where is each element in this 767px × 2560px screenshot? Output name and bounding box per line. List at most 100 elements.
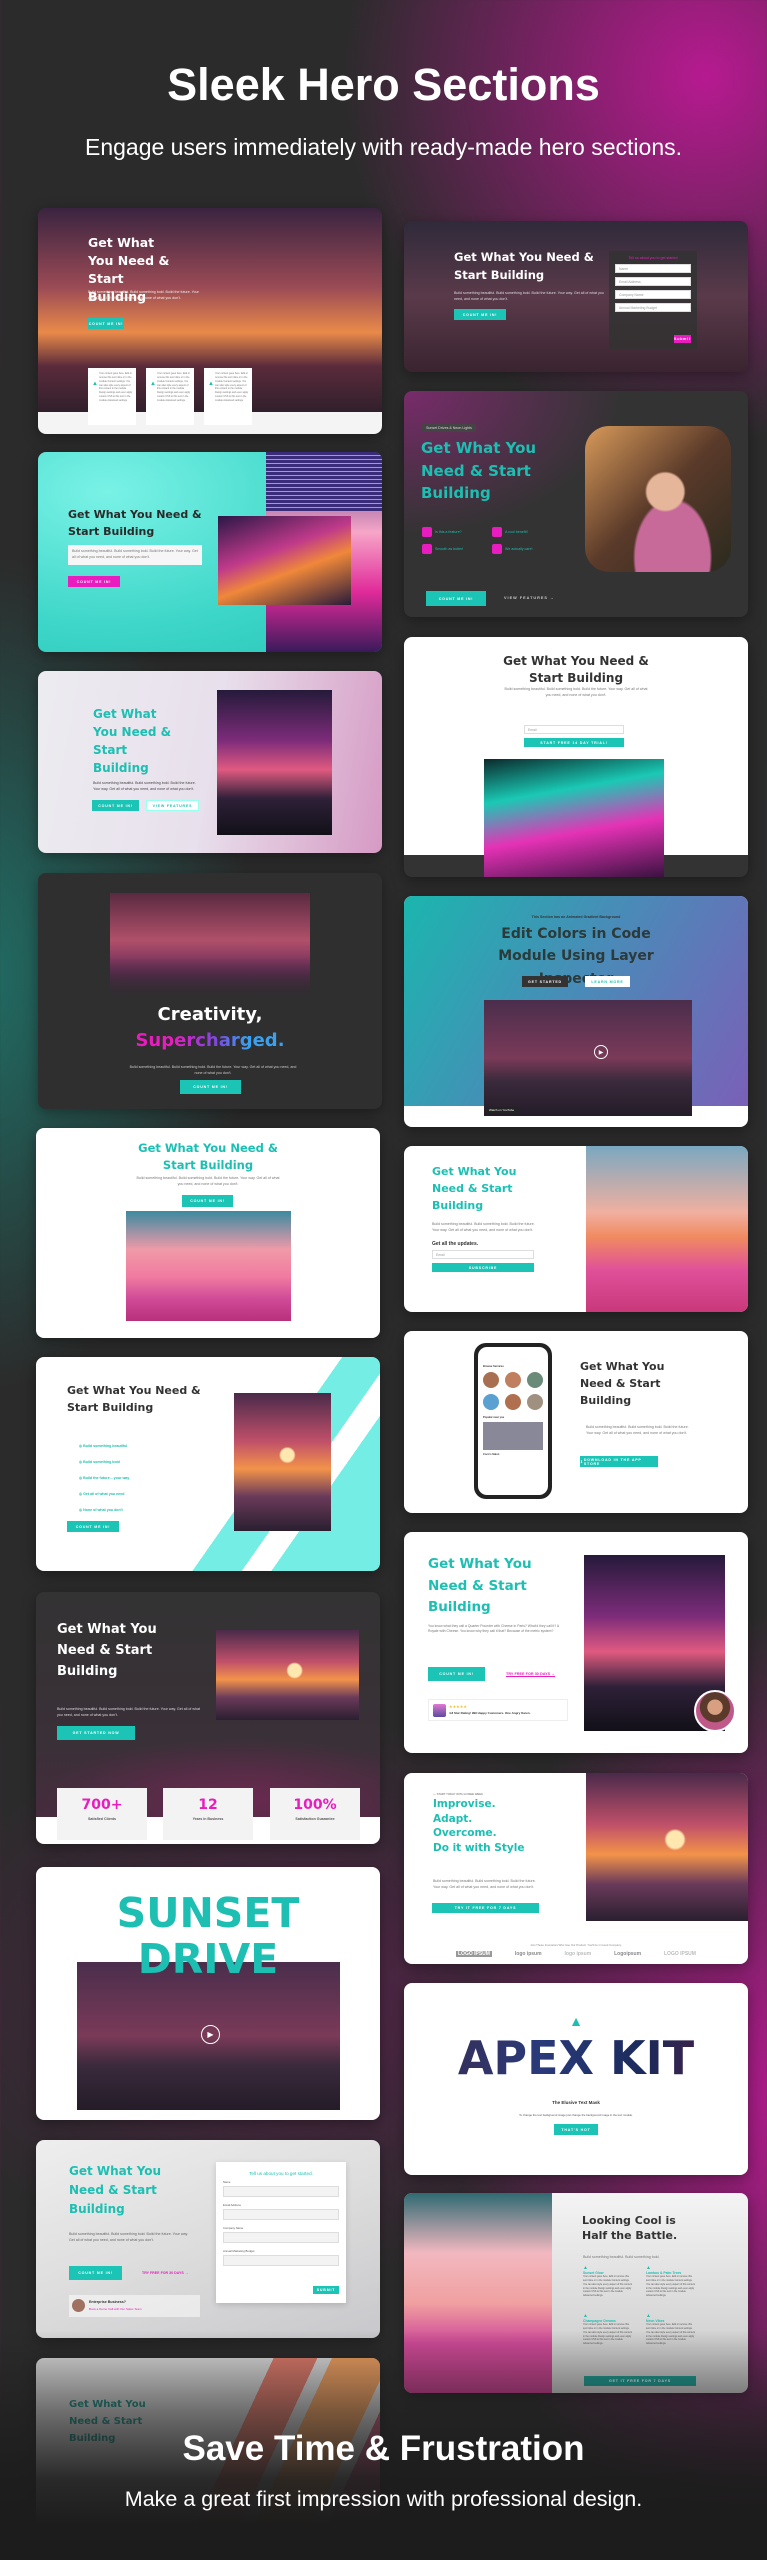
company-input[interactable]: Company Name <box>615 290 691 299</box>
download-app-button[interactable]: ⬇ DOWNLOAD IN THE APP STORE <box>580 1456 658 1467</box>
stat-label: Satisfaction Guarantee <box>295 1816 335 1821</box>
eyebrow-text: This Section has an Animated Gradient Ba… <box>531 915 621 919</box>
hero-card-animated-gradient[interactable]: This Section has an Animated Gradient Ba… <box>404 896 748 1127</box>
eyebrow-text: — START TODAY WITH A FREE WEEK <box>433 1792 483 1796</box>
hero-card-rating[interactable]: Get What You Need & Start Building You k… <box>404 1532 748 1753</box>
hero-card-apex-kit[interactable]: ▲ APEX KIT The Elusive Text Mask To chan… <box>404 1983 748 2175</box>
card-heading: Get What You Need & Start Building <box>503 654 649 686</box>
feature-item: ▲ Sunset Glow Your content goes here. Ed… <box>583 2265 633 2297</box>
try-free-link[interactable]: TRY FREE FOR 30 DAYS → <box>142 2271 188 2275</box>
email-input[interactable]: Email Address <box>615 277 691 286</box>
learn-more-button[interactable]: LEARN MORE <box>585 976 630 987</box>
hero-card-app[interactable]: Browse Services Popular near you Coco's … <box>404 1331 748 1513</box>
submit-button[interactable]: SUBMIT <box>313 2286 339 2294</box>
card-heading: Looking Cool is Half the Battle. <box>582 2214 678 2243</box>
apex-kit-title: APEX KIT <box>404 2035 748 2081</box>
hero-card-light-road[interactable]: Get What You Need & Start Building Build… <box>38 671 382 853</box>
hero-card-improvise[interactable]: — START TODAY WITH A FREE WEEK Improvise… <box>404 1773 748 1964</box>
salon-photo <box>483 1422 543 1450</box>
hero-card-portrait[interactable]: Sunset Drives & Neon Lights Get What You… <box>404 391 748 617</box>
count-me-in-button[interactable]: COUNT ME IN! <box>454 309 506 320</box>
apex-logo-icon: ▲ <box>92 381 98 387</box>
page-title: Sleek Hero Sections <box>167 59 600 110</box>
play-icon[interactable]: ▶ <box>594 1045 608 1059</box>
car-road-image <box>217 690 332 835</box>
card-heading: Get What You Need & Start Building <box>93 707 172 775</box>
heading-line: Adapt. <box>433 1812 473 1825</box>
view-features-button[interactable]: VIEW FEATURES <box>146 800 199 811</box>
card-body: Build something beautiful. Build somethi… <box>68 545 202 565</box>
hero-card-creativity[interactable]: Creativity, Supercharged. Build somethin… <box>38 873 382 1109</box>
phone-section-title: Popular near you <box>483 1416 505 1419</box>
client-logo: LOGO IPSUM <box>664 1951 696 1957</box>
count-me-in-button[interactable]: COUNT ME IN! <box>68 576 120 587</box>
stat-label: Satisfied Clients <box>88 1816 116 1821</box>
client-logo: LOGO IPSUM <box>456 1951 492 1957</box>
card-heading: Get What You Need & Start Building <box>68 508 202 539</box>
video-thumbnail[interactable] <box>484 1000 692 1116</box>
count-me-in-button[interactable]: COUNT ME IN! <box>182 1195 233 1207</box>
company-input[interactable] <box>223 2232 339 2243</box>
girl-cars-image <box>126 1211 291 1321</box>
hero-card-centered-image[interactable]: Get What You Need & Start Building Build… <box>36 1128 380 1338</box>
heading-line: Overcome. <box>433 1827 497 1840</box>
hero-card-form-dark[interactable]: Get What You Need & Start Building Build… <box>404 221 748 372</box>
hero-card-cyan-split[interactable]: Get What You Need & Start Building Build… <box>38 452 382 652</box>
hero-card-checklist[interactable]: Get What You Need & Start Building ◎ Bui… <box>36 1357 380 1571</box>
card-body: Build something beautiful. Build somethi… <box>454 291 604 301</box>
name-input[interactable]: Name <box>615 264 691 273</box>
hero-card-light-form[interactable]: Get What You Need & Start Building Build… <box>36 2140 380 2338</box>
hero-card-sunset-road[interactable]: Get What You Need & Start Building Build… <box>38 208 382 434</box>
form-title: Tell us about you to get started. <box>249 2171 313 2176</box>
apex-logo-icon: ▲ <box>208 381 214 387</box>
start-trial-button[interactable]: START FREE 14 DAY TRIAL! <box>524 738 624 747</box>
service-circles <box>483 1372 543 1410</box>
count-me-in-button[interactable]: COUNT ME IN! <box>426 591 486 606</box>
thats-hot-button[interactable]: THAT'S HOT <box>554 2124 598 2135</box>
hero-card-subscribe[interactable]: Get What You Need & Start Building Build… <box>404 1146 748 1312</box>
book-demo-link[interactable]: Book a Demo Call with Our Sales Team <box>89 2307 142 2311</box>
footer-title: Save Time & Frustration <box>182 2429 585 2468</box>
updates-label: Get all the updates. <box>432 1241 479 1247</box>
email-input[interactable]: Email <box>524 725 624 734</box>
phone-screen: Browse Services Popular near you Coco's … <box>478 1347 548 1495</box>
submit-button[interactable]: Submit <box>674 335 691 343</box>
count-me-in-button[interactable]: COUNT ME IN! <box>69 2266 122 2280</box>
count-me-in-button[interactable]: COUNT ME IN! <box>67 1521 119 1532</box>
count-me-in-button[interactable]: COUNT ME IN! <box>180 1080 241 1094</box>
stat-value: 12 <box>198 1797 218 1813</box>
logo-row: LOGO IPSUM logo ipsum logo ipsum Logoips… <box>456 1951 696 1957</box>
heading-line: Do it with Style <box>433 1842 525 1855</box>
try-free-button[interactable]: TRY IT FREE FOR 7 DAYS <box>432 1903 539 1913</box>
watch-on-youtube[interactable]: Watch on YouTube <box>486 1107 518 1113</box>
subscribe-button[interactable]: SUBSCRIBE <box>432 1263 534 1272</box>
card-heading: Improvise. Adapt. Overcome. Do it with S… <box>433 1797 524 1856</box>
drive-heading: DRIVE <box>137 1935 279 1983</box>
budget-input[interactable] <box>223 2255 339 2266</box>
view-features-link[interactable]: VIEW FEATURES → <box>504 596 555 600</box>
client-logo: logo ipsum <box>564 1951 592 1957</box>
email-input[interactable]: Email <box>432 1250 534 1259</box>
card-heading: Get What You Need & Start Building <box>432 1165 517 1213</box>
hero-card-sunset-drive[interactable]: ▶ SUNSET DRIVE <box>36 1867 380 2120</box>
get-started-button[interactable]: GET STARTED <box>522 976 568 987</box>
play-icon[interactable]: ▶ <box>201 2025 220 2044</box>
count-me-in-button[interactable]: COUNT ME IN! <box>428 1667 485 1681</box>
woman-sunset-image <box>216 1630 359 1720</box>
count-me-in-button[interactable]: COUNT ME IN! <box>92 800 139 811</box>
card-heading: Edit Colors in Code Module Using Layer I… <box>498 926 654 987</box>
get-started-now-button[interactable]: GET STARTED NOW <box>57 1726 135 1740</box>
budget-input[interactable]: Annual Marketing Budget <box>615 303 691 312</box>
download-label: DOWNLOAD IN THE APP STORE <box>583 1457 642 1466</box>
hero-card-email-trial[interactable]: Get What You Need & Start Building Build… <box>404 637 748 877</box>
neon-car-image <box>484 759 664 877</box>
try-free-link[interactable]: TRY FREE FOR 30 DAYS → <box>506 1672 555 1676</box>
enterprise-box[interactable]: Enterprise Business? Book a Demo Call wi… <box>69 2295 200 2317</box>
name-input[interactable] <box>223 2186 339 2197</box>
module-box: ▲ Your content goes here. Edit or remove… <box>88 368 136 425</box>
hero-card-stats[interactable]: Get What You Need & Start Building Build… <box>36 1592 380 1844</box>
field-label: Annual Marketing Budget <box>223 2249 255 2253</box>
count-me-in-button[interactable]: COUNT ME IN! <box>88 318 124 329</box>
supercharged-heading: Supercharged. <box>135 1027 284 1055</box>
email-input[interactable] <box>223 2209 339 2220</box>
